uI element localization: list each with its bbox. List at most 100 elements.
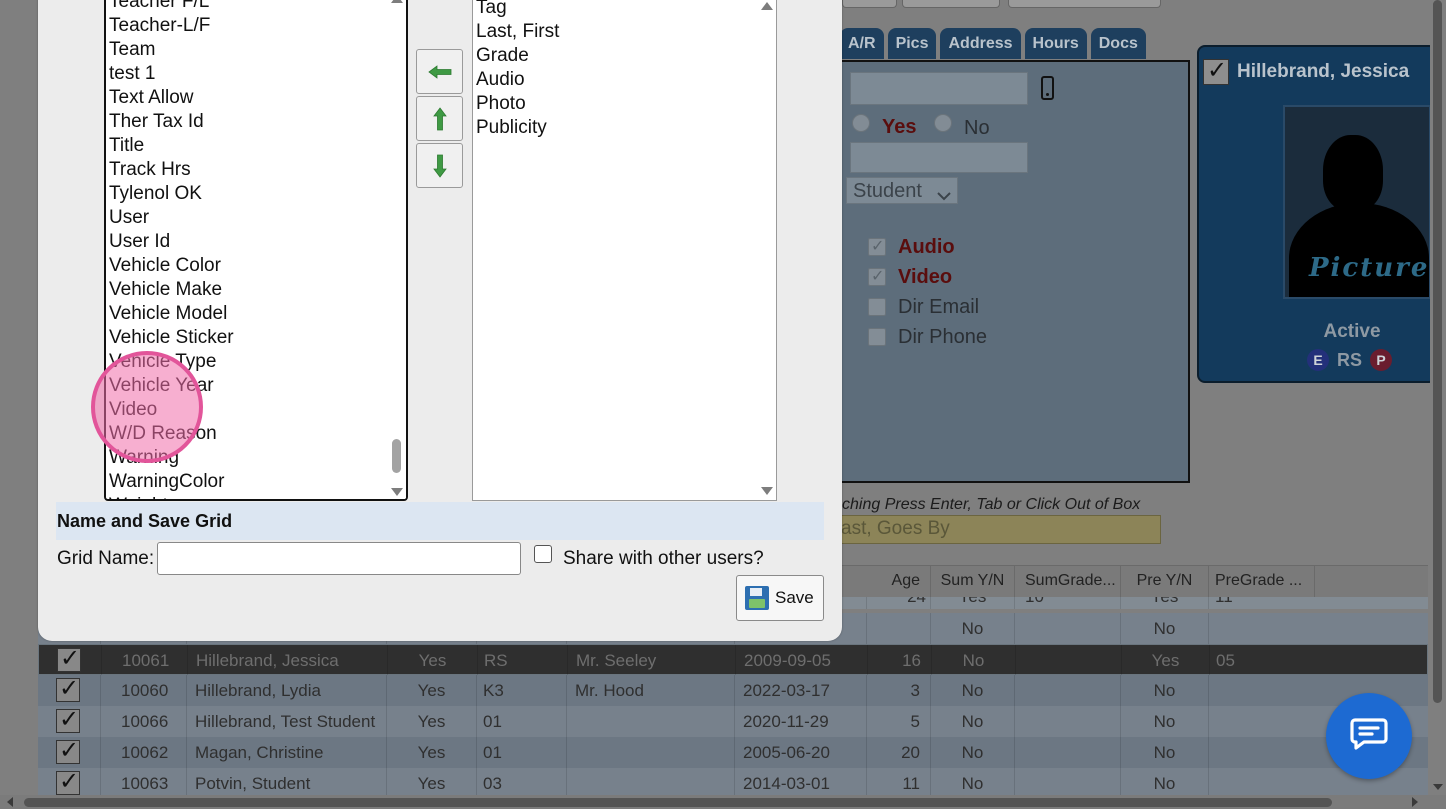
- save-button[interactable]: Save: [736, 575, 824, 621]
- available-field-option[interactable]: Vehicle Sticker: [109, 326, 234, 350]
- table-cell: 20: [866, 737, 926, 768]
- phone-field[interactable]: [850, 72, 1028, 105]
- tab-ar[interactable]: A/R: [840, 28, 884, 59]
- available-field-option[interactable]: Vehicle Color: [109, 254, 234, 278]
- col-sum-yn[interactable]: Sum Y/N: [930, 566, 1014, 598]
- available-field-option[interactable]: User Id: [109, 230, 234, 254]
- available-field-option[interactable]: test 1: [109, 62, 234, 86]
- table-cell: No: [931, 645, 1015, 676]
- profile-photo[interactable]: Picture: [1283, 105, 1431, 299]
- profile-badges: E RS P: [1307, 349, 1393, 371]
- tab-pics[interactable]: Pics: [887, 28, 937, 59]
- table-cell: Hillebrand, Jessica: [187, 645, 387, 676]
- no-radio[interactable]: [934, 114, 952, 132]
- table-cell: 24: [866, 597, 926, 609]
- detail-checkbox[interactable]: [868, 328, 886, 346]
- table-row[interactable]: 10062Magan, ChristineYes012005-06-2020No…: [38, 736, 1428, 768]
- available-list-scroll-thumb[interactable]: [392, 439, 401, 473]
- available-field-option[interactable]: Tylenol OK: [109, 182, 234, 206]
- selected-field-option[interactable]: Audio: [476, 68, 559, 92]
- selected-list-scrollbar[interactable]: [758, 0, 776, 500]
- available-field-option[interactable]: User: [109, 206, 234, 230]
- profile-status: Active: [1323, 321, 1381, 342]
- page-vertical-scroll-thumb[interactable]: [1433, 0, 1442, 703]
- available-field-option[interactable]: Title: [109, 134, 234, 158]
- scroll-down-arrow-icon[interactable]: [391, 488, 403, 496]
- table-cell: [1208, 706, 1314, 737]
- table-cell: 10060: [100, 675, 186, 706]
- scroll-down-arrow-icon[interactable]: [1433, 784, 1443, 795]
- table-cell: [1015, 645, 1121, 676]
- detail-checkbox[interactable]: [868, 266, 886, 286]
- chevron-down-icon: [937, 184, 951, 207]
- available-field-option[interactable]: Team: [109, 38, 234, 62]
- row-checkbox[interactable]: [56, 705, 80, 734]
- selected-field-option[interactable]: Publicity: [476, 116, 559, 140]
- row-checkbox[interactable]: [56, 767, 80, 796]
- available-field-option[interactable]: Ther Tax Id: [109, 110, 234, 134]
- col-pre-yn[interactable]: Pre Y/N: [1120, 566, 1208, 598]
- p-badge-icon[interactable]: P: [1370, 349, 1393, 371]
- floppy-disk-icon: [745, 586, 769, 610]
- move-down-button[interactable]: [416, 143, 463, 188]
- available-field-option[interactable]: Weight: [109, 494, 234, 499]
- search-input[interactable]: ast, Goes By: [826, 515, 1161, 544]
- col-age[interactable]: Age: [866, 566, 926, 598]
- row-checkbox[interactable]: [56, 736, 80, 765]
- table-row[interactable]: 10066Hillebrand, Test StudentYes01 2020-1…: [38, 705, 1428, 737]
- tab-hours[interactable]: Hours: [1024, 28, 1087, 59]
- selected-field-option[interactable]: Grade: [476, 44, 559, 68]
- col-sumgrade[interactable]: SumGrade...: [1014, 566, 1120, 598]
- share-checkbox[interactable]: [534, 545, 552, 563]
- scroll-left-arrow-icon[interactable]: [2, 797, 13, 807]
- selected-field-option[interactable]: Last, First: [476, 20, 559, 44]
- move-up-button[interactable]: [416, 96, 463, 141]
- page-horizontal-scrollbar[interactable]: [0, 795, 1446, 809]
- page-vertical-scrollbar[interactable]: [1430, 0, 1446, 795]
- selected-field-option[interactable]: Photo: [476, 92, 559, 116]
- table-cell: Magan, Christine: [186, 737, 386, 768]
- available-field-option[interactable]: Vehicle Make: [109, 278, 234, 302]
- yes-radio[interactable]: [852, 114, 870, 132]
- col-pregrade[interactable]: PreGrade ...: [1208, 566, 1314, 598]
- table-cell: 5: [866, 706, 926, 737]
- arrow-up-icon: [432, 106, 448, 132]
- scroll-up-arrow-icon[interactable]: [391, 0, 403, 3]
- move-left-button[interactable]: [416, 49, 463, 94]
- table-row[interactable]: 10060Hillebrand, LydiaYesK3Mr. Hood2022-…: [38, 674, 1428, 706]
- table-cell: 11: [1208, 597, 1314, 609]
- table-row[interactable]: 10061Hillebrand, JessicaYesRSMr. Seeley2…: [38, 644, 1428, 676]
- row-checkbox[interactable]: [57, 644, 81, 673]
- scroll-down-arrow-icon[interactable]: [761, 487, 773, 495]
- selected-field-option[interactable]: Tag: [476, 0, 559, 20]
- available-field-option[interactable]: Teacher-L/F: [109, 14, 234, 38]
- table-cell: 10066: [100, 706, 186, 737]
- detail-checkbox[interactable]: [868, 236, 886, 256]
- available-field-option[interactable]: Text Allow: [109, 86, 234, 110]
- text-field[interactable]: [850, 142, 1028, 173]
- profile-checkbox[interactable]: [1203, 56, 1229, 85]
- tab-docs[interactable]: Docs: [1090, 28, 1146, 59]
- table-cell: 16: [867, 645, 927, 676]
- rs-badge: RS: [1337, 349, 1363, 370]
- mobile-phone-icon[interactable]: [1041, 76, 1054, 100]
- detail-checkbox[interactable]: [868, 298, 886, 316]
- tab-address[interactable]: Address: [940, 28, 1021, 59]
- table-cell: No: [1120, 613, 1208, 644]
- available-field-option[interactable]: Teacher F/L: [109, 0, 234, 14]
- available-list-scrollbar[interactable]: [388, 0, 406, 499]
- available-field-option[interactable]: Track Hrs: [109, 158, 234, 182]
- scroll-up-arrow-icon[interactable]: [761, 2, 773, 10]
- grid-name-input[interactable]: [157, 542, 521, 575]
- table-cell: 01: [476, 706, 566, 737]
- row-checkbox[interactable]: [56, 674, 80, 703]
- selected-fields-list[interactable]: Tag Last, First Grade Audio Photo Publicity: [472, 0, 777, 501]
- e-badge-icon[interactable]: E: [1307, 349, 1329, 371]
- page-horizontal-scroll-thumb[interactable]: [24, 798, 1332, 807]
- chat-button[interactable]: [1326, 693, 1412, 779]
- available-field-option[interactable]: Vehicle Model: [109, 302, 234, 326]
- role-select[interactable]: Student: [846, 177, 958, 204]
- table-cell: Yes: [1121, 645, 1209, 676]
- scroll-right-arrow-icon[interactable]: [1412, 797, 1423, 807]
- available-field-option[interactable]: WarningColor: [109, 470, 234, 494]
